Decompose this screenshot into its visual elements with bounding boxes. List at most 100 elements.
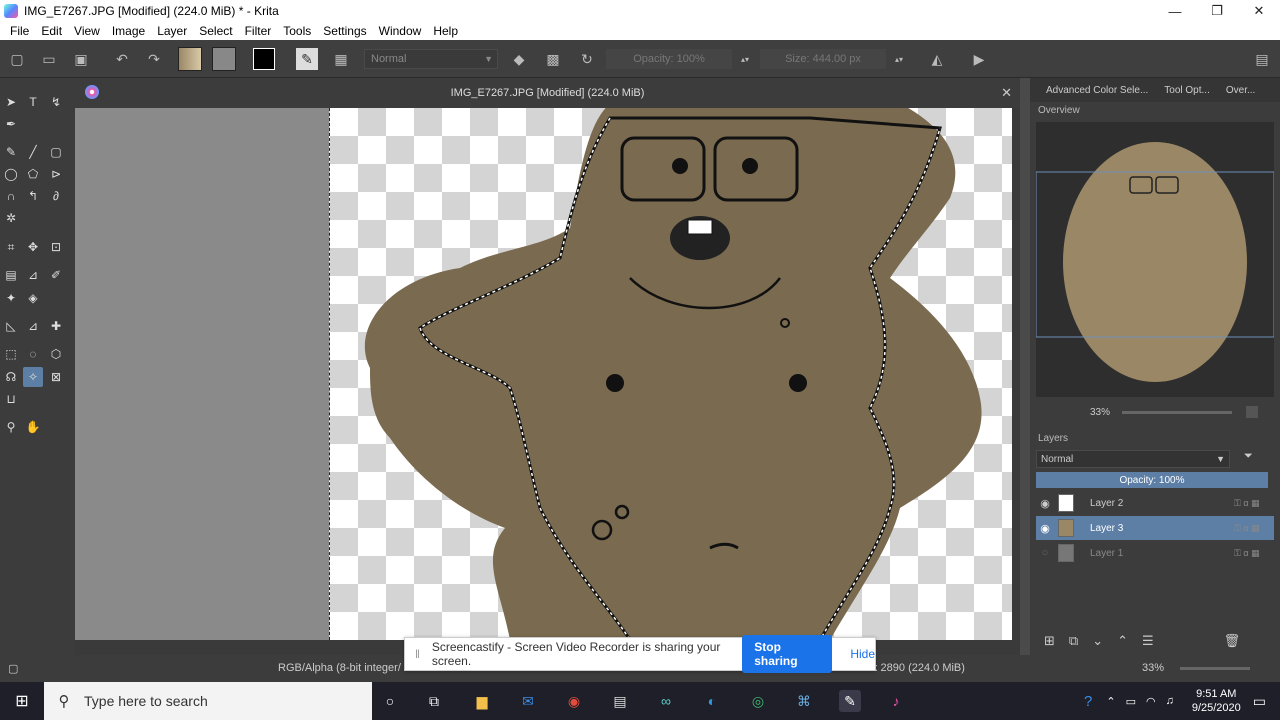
menu-select[interactable]: Select [193,24,238,38]
polygonal-selection-tool-icon[interactable]: ⬡ [46,344,66,364]
layer-row-layer-3[interactable]: ◉ Layer 3 ⚿ α ▦ [1036,516,1274,540]
network-icon[interactable]: ▭ [1126,695,1136,708]
layer-row-layer-2[interactable]: ◉ Layer 2 ⚿ α ▦ [1036,491,1274,515]
tab-tool-options[interactable]: Tool Opt... [1156,85,1218,96]
mail-icon[interactable]: ✉ [517,690,539,712]
brush-editor-icon[interactable]: ▦ [330,48,352,70]
mirror-vertical-icon[interactable]: ▶ [968,48,990,70]
opacity-slider[interactable]: Opacity: 100% [606,49,732,69]
tab-advanced-color-selector[interactable]: Advanced Color Sele... [1038,85,1156,96]
visibility-eye-icon[interactable]: ◉ [1036,497,1054,510]
visibility-eye-icon[interactable]: ◉ [1036,522,1054,535]
layers-opacity-slider[interactable]: Opacity: 100% [1036,472,1268,488]
menu-view[interactable]: View [68,24,106,38]
reference-tool-icon[interactable]: ✚ [46,316,66,336]
wifi-icon[interactable]: ◠ [1146,695,1156,708]
menu-filter[interactable]: Filter [239,24,278,38]
multibrush-tool-icon[interactable]: ✲ [1,208,21,228]
workspace-chooser-icon[interactable]: ▤ [1251,48,1273,70]
gradient-tool-icon[interactable]: ▤ [1,265,21,285]
undo-icon[interactable]: ↶ [111,48,133,70]
menu-image[interactable]: Image [106,24,151,38]
canvas-view[interactable] [75,108,1015,640]
menu-tools[interactable]: Tools [277,24,317,38]
select-shapes-tool-icon[interactable]: ➤ [1,92,21,112]
color-picker-tool-icon[interactable]: ⊿ [23,265,43,285]
bezier-tool-icon[interactable]: ∩ [1,186,21,206]
freehand-path-tool-icon[interactable]: ↰ [23,186,43,206]
polyline-tool-icon[interactable]: ⊳ [46,164,66,184]
maximize-button[interactable]: ❐ [1196,0,1238,22]
contiguous-selection-tool-icon[interactable]: ✧ [23,367,43,387]
delete-layer-icon[interactable]: 🗑 [1224,633,1241,649]
preserve-alpha-icon[interactable]: ▩ [542,48,564,70]
status-zoom-slider[interactable] [1180,667,1250,670]
dynamic-brush-tool-icon[interactable]: ∂ [46,186,66,206]
tab-overview[interactable]: Over... [1218,85,1263,96]
measure-tool-icon[interactable]: ⊿ [23,316,43,336]
overview-preview[interactable] [1035,122,1275,397]
add-layer-icon[interactable]: ⊞ [1044,633,1055,649]
menu-help[interactable]: Help [427,24,464,38]
layer-flags-icon[interactable]: ⚿ α ▦ [1234,498,1274,509]
elliptical-selection-tool-icon[interactable]: ◌ [23,344,43,364]
move-layer-up-icon[interactable]: ⌃ [1117,633,1128,649]
menu-settings[interactable]: Settings [317,24,372,38]
crop-tool-icon[interactable]: ⌗ [1,237,21,257]
blend-mode-select[interactable]: Normal ▼ [364,49,498,69]
stop-sharing-button[interactable]: Stop sharing [742,635,833,673]
taskbar-search-box[interactable]: ⚲ Type here to search [44,682,372,720]
notifications-icon[interactable]: ▭ [1253,693,1266,710]
reload-preset-icon[interactable]: ↻ [576,48,598,70]
clock[interactable]: 9:51 AM 9/25/2020 [1192,687,1241,715]
line-tool-icon[interactable]: ╱ [23,142,43,162]
document-tab[interactable]: IMG_E7267.JPG [Modified] (224.0 MiB) ✕ [75,78,1020,108]
pattern-preset-swatch[interactable] [212,47,236,71]
close-button[interactable]: ✕ [1238,0,1280,22]
edit-shapes-tool-icon[interactable]: ↯ [46,92,66,112]
layer-filter-icon[interactable]: ⏷ [1244,450,1253,463]
new-document-icon[interactable]: ▢ [6,48,28,70]
ellipse-tool-icon[interactable]: ◯ [1,164,21,184]
move-layer-down-icon[interactable]: ⌄ [1092,633,1103,649]
cortana-icon[interactable]: ○ [379,690,401,712]
zoom-tool-icon[interactable]: ⚲ [1,417,21,437]
volume-icon[interactable]: ♫ [1166,695,1174,707]
minimize-button[interactable]: — [1154,0,1196,22]
redo-icon[interactable]: ↷ [143,48,165,70]
smart-patch-tool-icon[interactable]: ✐ [46,265,66,285]
krita-taskbar-icon[interactable]: ✎ [839,690,861,712]
overview-zoom-slider[interactable] [1122,410,1233,414]
similar-color-selection-tool-icon[interactable]: ⊠ [46,367,66,387]
task-view-icon[interactable]: ⧉ [423,690,445,712]
visibility-hidden-icon[interactable]: ○ [1036,547,1054,559]
file-explorer-icon[interactable]: ▆ [471,690,493,712]
transform-tool-icon[interactable]: ⊡ [46,237,66,257]
link-app-icon[interactable]: ∞ [655,690,677,712]
artboard[interactable] [329,108,1012,640]
size-spin-icon[interactable]: ▴▾ [888,48,910,70]
fill-tool-icon[interactable]: ✦ [1,288,21,308]
close-document-icon[interactable]: ✕ [1001,85,1012,101]
music-app-icon[interactable]: ♪ [885,690,907,712]
mirror-horizontal-icon[interactable]: ◭ [926,48,948,70]
overview-zoom-reset-icon[interactable] [1246,406,1259,418]
text-tool-icon[interactable]: T [23,92,43,112]
enclose-fill-tool-icon[interactable]: ◈ [23,288,43,308]
menu-layer[interactable]: Layer [151,24,193,38]
move-tool-icon[interactable]: ✥ [23,237,43,257]
polygon-tool-icon[interactable]: ⬠ [23,164,43,184]
rectangular-selection-tool-icon[interactable]: ⬚ [1,344,21,364]
status-selection-icon[interactable]: ▢ [8,662,18,675]
calligraphy-tool-icon[interactable]: ✒ [1,114,21,134]
bezier-selection-tool-icon[interactable]: ⊔ [1,389,21,409]
pan-tool-icon[interactable]: ✋ [23,417,43,437]
foreground-color-swatch[interactable] [253,48,275,70]
freehand-brush-tool-icon[interactable]: ✎ [1,142,21,162]
windows-start-icon[interactable]: ⊞ [0,682,44,720]
hide-button[interactable]: Hide [850,647,875,661]
menu-file[interactable]: File [4,24,35,38]
store-icon[interactable]: ▤ [609,690,631,712]
freehand-selection-tool-icon[interactable]: ☊ [1,367,21,387]
tray-overflow-icon[interactable]: ⌃ [1106,695,1115,708]
